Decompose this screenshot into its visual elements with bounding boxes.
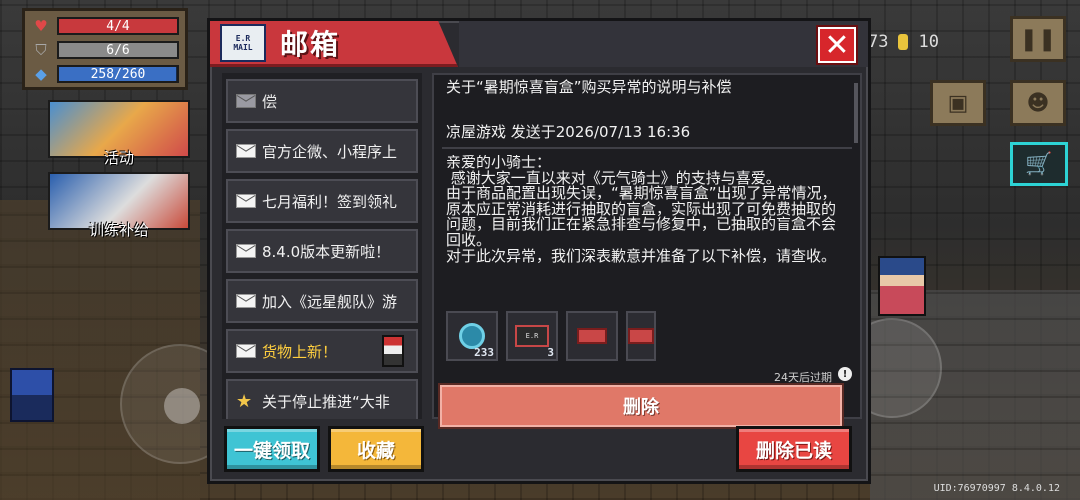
mail-item-label: 8.4.0版本更新啦！ [262,242,391,261]
mail-item-label: 偿 [262,92,278,111]
energy-bar: 258/260 [57,65,179,83]
energy-icon: ◆ [35,65,47,83]
mail-detail: 关于“暑期惊喜盲盒”购买异常的说明与补偿 凉屋游戏 发送于2026/07/13 … [432,73,862,429]
chest-icon: ▣ [947,90,969,116]
mail-item-label: 货物上新！ [262,342,338,361]
envelope-icon [236,344,256,358]
armor-bar: 6/6 [57,41,179,59]
header-strip [459,21,868,67]
mail-body[interactable]: 亲爱的小骑士： 感谢大家一直以来对《元气骑士》的支持与喜爱。 由于商品配置出现失… [446,155,846,303]
npc-character [878,256,926,316]
attachment-ticket-1[interactable] [566,311,618,361]
shop-button[interactable]: 🛒 [1010,142,1068,186]
merchant-avatar-icon [382,335,404,367]
star-icon: ★ [236,390,253,412]
attachment-ticket-2[interactable] [626,311,656,361]
player-stats-panel: ♥ 4/4 ⛉ 6/6 ◆ 258/260 [22,8,188,90]
armor-value: 6/6 [106,42,130,58]
mail-item-label: 加入《远星舰队》游 [262,292,398,311]
divider [442,147,852,149]
ticket-icon [577,328,607,344]
attachment-mail-card[interactable]: E.R 3 [506,311,558,361]
mail-list[interactable]: 偿 官方企微、小程序上 七月福利！签到领礼 8.4.0版本更新啦！ 加入《远星舰… [222,73,422,419]
mail-item-label: 官方企微、小程序上 [262,142,398,161]
mail-item-1[interactable]: 官方企微、小程序上 [226,129,418,173]
mail-item-label: 关于停止推进“大非 [262,392,390,411]
gem-count: 73 [868,32,889,52]
pause-icon: ❚❚ [1019,26,1057,52]
envelope-open-icon [236,94,256,108]
detail-scrollbar[interactable] [854,83,858,143]
activity-entry[interactable]: 活动 [48,100,190,167]
mail-sender-date: 凉屋游戏 发送于2026/07/13 16:36 [446,123,691,141]
mail-item-6[interactable]: ★ 关于停止推进“大非 [226,379,418,419]
envelope-icon [236,194,256,208]
mail-subject: 关于“暑期惊喜盲盒”购买异常的说明与补偿 [446,78,732,96]
energy-value: 258/260 [90,66,146,82]
mailbox-dialog: E.R MAIL 邮箱 ✕ 偿 官方企微、小程序上 七月福利！签到领礼 8.4.… [207,18,871,484]
hp-bar: 4/4 [57,17,179,35]
mailbox-title: 邮箱 [280,27,341,61]
delete-button[interactable]: 删除 [438,383,844,429]
coin-icon [898,34,909,50]
attachment-list: 233 E.R 3 [446,311,656,361]
heart-icon: ♥ [34,17,48,35]
attachment-gem[interactable]: 233 [446,311,498,361]
attachment-qty: 233 [474,346,494,359]
envelope-icon [236,144,256,158]
mail-item-4[interactable]: 加入《远星舰队》游 [226,279,418,323]
mail-item-3[interactable]: 8.4.0版本更新啦！ [226,229,418,273]
mail-logo-icon: E.R MAIL [220,23,266,62]
mail-item-5[interactable]: 货物上新！ [226,329,418,373]
profile-button[interactable]: ☻ [1010,80,1066,126]
close-icon: ✕ [824,27,850,63]
expire-text: 24天后过期 [774,371,832,384]
attachment-qty: 3 [547,346,554,359]
delete-read-button[interactable]: 删除已读 [736,426,852,472]
favorite-button[interactable]: 收藏 [328,426,424,472]
cart-icon: 🛒 [1025,151,1053,177]
hp-value: 4/4 [106,18,130,34]
mail-card-icon: E.R [515,325,549,347]
mail-item-label: 七月福利！签到领礼 [262,192,398,211]
activity-label: 活动 [103,149,134,167]
envelope-icon [236,244,256,258]
ticket-icon [628,328,654,344]
training-supply-entry[interactable]: 训练补给 [48,172,190,239]
currency-bar: 73 10 [868,28,939,56]
info-icon[interactable]: ! [838,367,852,381]
coin-count: 10 [918,32,939,52]
envelope-icon [236,294,256,308]
mailbox-header: E.R MAIL 邮箱 [210,21,458,67]
training-label: 训练补给 [88,221,149,239]
uid-version: UID:76970997 8.4.0.12 [933,483,1060,494]
mail-item-2[interactable]: 七月福利！签到领礼 [226,179,418,223]
close-button[interactable]: ✕ [816,25,858,65]
chest-button[interactable]: ▣ [930,80,986,126]
profile-icon: ☻ [1026,90,1050,116]
player-character [10,368,54,422]
mail-item-0[interactable]: 偿 [226,79,418,123]
shield-icon: ⛉ [35,41,47,59]
claim-all-button[interactable]: 一键领取 [224,426,320,472]
joystick-knob[interactable] [164,388,200,424]
pause-button[interactable]: ❚❚ [1010,16,1066,62]
